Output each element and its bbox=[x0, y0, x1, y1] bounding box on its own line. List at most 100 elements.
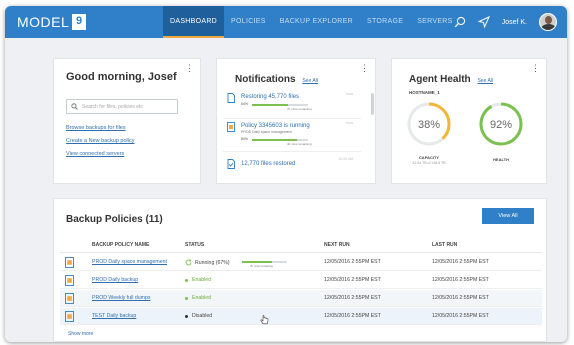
hand-cursor-icon bbox=[260, 315, 269, 325]
policy-name-link[interactable]: PROD Daily backup bbox=[92, 277, 138, 283]
policy-document-icon bbox=[227, 122, 235, 132]
policy-next-run: 12/05/2016 2:55PM EST bbox=[324, 295, 381, 301]
show-more-link[interactable]: Show more bbox=[68, 331, 93, 337]
col-status[interactable]: STATUS bbox=[185, 242, 204, 248]
policy-remaining: 7b mins remaining bbox=[250, 264, 273, 268]
policy-last-run: 12/05/2016 2:55PM EST bbox=[432, 259, 489, 265]
col-policy-name[interactable]: BACKUP POLICY NAME bbox=[92, 242, 149, 248]
policy-next-run: 12/05/2016 2:55PM EST bbox=[324, 277, 381, 283]
policies-title: Backup Policies (11) bbox=[66, 214, 163, 225]
table-row[interactable]: PROD Weekly full dumps Enabled 12/05/201… bbox=[60, 290, 542, 307]
table-row[interactable]: TEST Daily backup Disabled 12/05/2016 2:… bbox=[60, 308, 542, 325]
greeting-card: ⋮ Good morning, Josef Browse backups for… bbox=[53, 58, 201, 184]
status-dot bbox=[185, 296, 188, 300]
policy-status: Running (67%) bbox=[185, 259, 230, 266]
col-last-run[interactable]: LAST RUN bbox=[432, 242, 457, 248]
policy-last-run: 12/05/2016 2:55PM EST bbox=[432, 295, 489, 301]
capacity-value: 38% bbox=[418, 119, 440, 131]
search-box[interactable] bbox=[66, 99, 178, 114]
notification-item[interactable]: 12,770 files restored 12:00 AM bbox=[223, 153, 361, 175]
app-window: MODEL 9 DASHBOARD POLICIES BACKUP EXPLOR… bbox=[5, 6, 567, 342]
table-row[interactable]: PROD Daily backup Enabled 12/05/2016 2:5… bbox=[60, 272, 542, 289]
notification-subtitle: PROD Daily space management bbox=[241, 130, 292, 134]
policy-document-icon bbox=[65, 311, 74, 322]
avatar-body bbox=[541, 24, 556, 30]
notification-title: Restoring 45,770 files bbox=[241, 94, 300, 100]
capacity-gauge: 38% bbox=[407, 102, 451, 146]
nav-servers[interactable]: SERVERS bbox=[410, 6, 459, 38]
policy-next-run: 12/05/2016 2:55PM EST bbox=[324, 313, 381, 319]
link-browse-backups[interactable]: Browse backups for files bbox=[66, 125, 126, 131]
policy-last-run: 12/05/2016 2:55PM EST bbox=[432, 313, 489, 319]
location-arrow-icon[interactable] bbox=[477, 16, 490, 28]
notification-remaining: 4b mins remaining bbox=[287, 142, 312, 146]
notifications-list: Restoring 45,770 files Now 64% 7b mins r… bbox=[223, 91, 369, 181]
greeting-title: Good morning, Josef bbox=[66, 71, 177, 83]
notifications-scrollbar[interactable] bbox=[371, 93, 374, 115]
search-icon[interactable] bbox=[454, 16, 466, 28]
top-right-tools: Josef K. bbox=[454, 6, 557, 38]
notification-item[interactable]: Policy 3345603 is running Now PROD Daily… bbox=[223, 120, 361, 152]
nav-dashboard[interactable]: DASHBOARD bbox=[163, 6, 225, 38]
nav-policies[interactable]: POLICIES bbox=[224, 6, 273, 38]
avatar-head bbox=[545, 16, 552, 24]
policy-status: Enabled bbox=[185, 295, 211, 301]
notification-remaining: 7b mins remaining bbox=[287, 107, 312, 111]
agent-health-more-icon[interactable]: ⋮ bbox=[531, 64, 540, 73]
policy-name-link[interactable]: PROD Weekly full dumps bbox=[92, 295, 150, 301]
policy-status-text: Enabled bbox=[192, 277, 212, 283]
logo[interactable]: MODEL 9 bbox=[17, 14, 87, 30]
notification-progress bbox=[252, 104, 308, 106]
notification-time: Now bbox=[345, 92, 353, 96]
notification-item[interactable]: Restoring 45,770 files Now 64% 7b mins r… bbox=[223, 91, 361, 119]
search-input[interactable] bbox=[82, 103, 172, 110]
file-check-icon bbox=[227, 159, 235, 169]
link-view-servers[interactable]: View connected servers bbox=[66, 151, 124, 157]
status-dot bbox=[185, 314, 188, 318]
policy-name-link[interactable]: PROD Daily space management bbox=[92, 259, 167, 265]
notification-time: Now bbox=[345, 121, 353, 125]
policy-document-icon bbox=[65, 257, 74, 268]
table-row[interactable]: PROD Daily space management Running (67%… bbox=[60, 254, 542, 271]
notification-title: Policy 3345603 is running bbox=[241, 123, 310, 129]
policy-progress bbox=[242, 261, 287, 263]
refresh-icon bbox=[185, 259, 192, 266]
policies-table-header: BACKUP POLICY NAME STATUS NEXT RUN LAST … bbox=[60, 237, 542, 253]
agent-health-title-text: Agent Health bbox=[409, 74, 471, 85]
notification-percent: 80% bbox=[241, 137, 249, 141]
policy-next-run: 12/05/2016 2:55PM EST bbox=[324, 259, 381, 265]
nav-backup-explorer[interactable]: BACKUP EXPLORER bbox=[273, 6, 360, 38]
agent-health-card: ⋮ Agent Health See All HOSTNAME_1 38% CA… bbox=[391, 58, 547, 184]
capacity-label: CAPACITY bbox=[418, 155, 440, 160]
agent-health-see-all[interactable]: See All bbox=[477, 78, 493, 84]
user-name[interactable]: Josef K. bbox=[502, 19, 527, 26]
avatar[interactable] bbox=[539, 13, 557, 31]
hostname: HOSTNAME_1 bbox=[409, 90, 440, 95]
notification-progress-fill bbox=[252, 139, 297, 141]
policy-progress-fill bbox=[242, 261, 273, 263]
backup-policies-card: Backup Policies (11) View All BACKUP POL… bbox=[53, 198, 547, 342]
top-bar: MODEL 9 DASHBOARD POLICIES BACKUP EXPLOR… bbox=[5, 6, 567, 38]
nav-storage[interactable]: STORAGE bbox=[360, 6, 410, 38]
policy-status: Enabled bbox=[185, 277, 211, 283]
file-icon bbox=[227, 93, 235, 103]
notification-time: 12:00 AM bbox=[338, 157, 353, 161]
status-dot bbox=[185, 278, 188, 282]
notification-progress bbox=[252, 139, 308, 141]
greeting-more-icon[interactable]: ⋮ bbox=[185, 64, 194, 73]
view-all-button[interactable]: View All bbox=[482, 208, 534, 224]
notifications-card: ⋮ Notifications See All Restoring 45,770… bbox=[216, 58, 376, 184]
policy-document-icon bbox=[65, 293, 74, 304]
notifications-more-icon[interactable]: ⋮ bbox=[360, 64, 369, 73]
col-next-run[interactable]: NEXT RUN bbox=[324, 242, 350, 248]
policy-status-text: Running (67%) bbox=[195, 259, 230, 266]
notifications-see-all[interactable]: See All bbox=[302, 78, 318, 84]
policy-name-link[interactable]: TEST Daily backup bbox=[92, 313, 136, 319]
health-gauge: 92% bbox=[479, 102, 523, 146]
policy-document-icon bbox=[65, 275, 74, 286]
agent-health-title: Agent Health See All bbox=[409, 74, 493, 85]
notifications-title-text: Notifications bbox=[235, 74, 296, 85]
policy-status: Disabled bbox=[185, 313, 212, 319]
link-create-policy[interactable]: Create a New backup policy bbox=[66, 138, 134, 144]
notification-progress-fill bbox=[252, 104, 288, 106]
